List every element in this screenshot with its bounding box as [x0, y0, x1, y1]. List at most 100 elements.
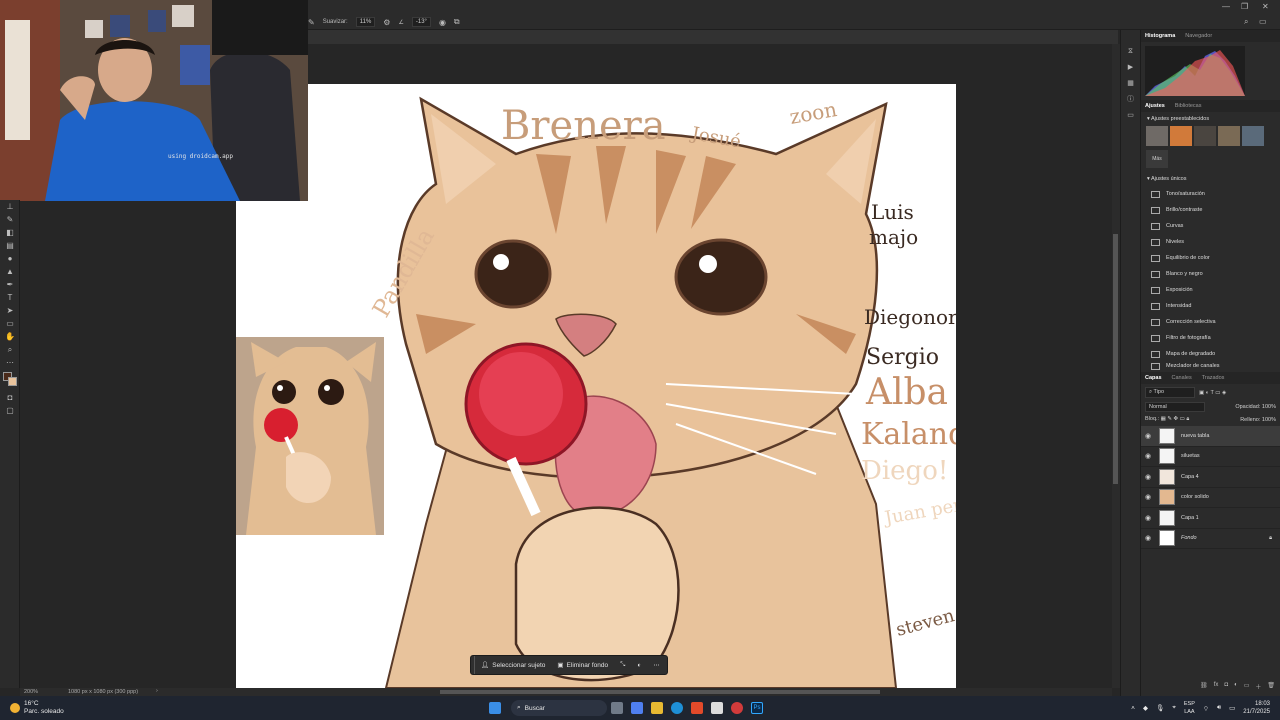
gradient-tool-icon[interactable]: ▤ [0, 239, 20, 252]
eye-icon[interactable]: ◉ [1141, 473, 1155, 481]
adj-hue-saturation[interactable]: Tono/saturación [1141, 186, 1280, 202]
brave-icon[interactable] [691, 702, 703, 714]
play-icon[interactable]: ▶ [1121, 60, 1140, 76]
more-presets-button[interactable]: Más [1146, 150, 1168, 168]
mask-add-icon[interactable]: ◘ [1224, 682, 1228, 694]
tab-libraries[interactable]: Bibliotecas [1175, 103, 1202, 109]
close-icon[interactable]: ✕ [1262, 2, 1269, 11]
group-icon[interactable]: ▭ [1244, 682, 1250, 694]
language-indicator[interactable]: ESP LAA [1184, 700, 1195, 716]
adj-exposure[interactable]: Exposición [1141, 282, 1280, 298]
document-info[interactable]: 1080 px x 1080 px (300 ppp) [68, 689, 138, 695]
tab-layers[interactable]: Capas [1145, 375, 1162, 381]
brush-options-icon[interactable]: ✎ [308, 18, 315, 27]
adj-gradient-map[interactable]: Mapa de degradado [1141, 346, 1280, 362]
minimize-icon[interactable]: — [1222, 2, 1230, 11]
status-arrow-icon[interactable]: › [156, 688, 158, 694]
more-tools-icon[interactable]: ⋯ [0, 356, 20, 369]
more-options-icon[interactable]: ⋯ [647, 656, 666, 674]
adj-vibrance[interactable]: Intensidad [1141, 298, 1280, 314]
adj-curves[interactable]: Curvas [1141, 218, 1280, 234]
type-tool-icon[interactable]: T [0, 291, 20, 304]
new-layer-icon[interactable]: ＋ [1255, 682, 1261, 694]
layer-kind-filter[interactable]: ⌕ Tipo [1145, 387, 1195, 398]
tab-paths[interactable]: Trazados [1202, 375, 1225, 381]
chrome-icon[interactable] [731, 702, 743, 714]
path-select-icon[interactable]: ➤ [0, 304, 20, 317]
tab-navigator[interactable]: Navegador [1185, 33, 1212, 39]
color-swatches[interactable] [0, 369, 19, 391]
task-view-icon[interactable] [611, 702, 623, 714]
filter-icons[interactable]: ▣ ◐ T ▭ ◈ [1199, 390, 1226, 396]
stamp-tool-icon[interactable]: ⊥ [0, 200, 20, 213]
eye-icon[interactable]: ◉ [1141, 493, 1155, 501]
wifi-icon[interactable]: ⌔ [1203, 704, 1209, 713]
adj-channel-mixer[interactable]: Mezclador de canales [1141, 362, 1280, 370]
opacity-value[interactable]: 100% [1262, 404, 1276, 410]
eye-icon[interactable]: ◉ [1141, 534, 1155, 542]
search-box[interactable]: ⌕ Buscar [511, 700, 607, 716]
mic-icon[interactable]: 🎙︎ [1156, 704, 1164, 712]
tab-adjustments[interactable]: Ajustes [1145, 103, 1165, 109]
eraser-tool-icon[interactable]: ◧ [0, 226, 20, 239]
layer-row[interactable]: ◉ nueva tabla [1141, 426, 1280, 447]
blend-mode-select[interactable]: Normal [1145, 402, 1205, 412]
maximize-icon[interactable]: ❐ [1241, 2, 1248, 11]
tray-chevron-icon[interactable]: ˄ [1131, 705, 1135, 712]
trash-icon[interactable]: 🗑︎ [1267, 682, 1275, 694]
fill-value[interactable]: 100% [1262, 417, 1276, 423]
edge-icon[interactable] [671, 702, 683, 714]
preset-thumb[interactable] [1218, 126, 1240, 146]
vertical-scrollbar[interactable] [1112, 44, 1120, 688]
adj-color-balance[interactable]: Equilibrio de color [1141, 250, 1280, 266]
start-icon[interactable] [489, 702, 501, 714]
adj-black-white[interactable]: Blanco y negro [1141, 266, 1280, 282]
horizontal-scrollbar[interactable] [440, 690, 880, 694]
search-icon[interactable]: ⌕ [1244, 17, 1248, 27]
blur-tool-icon[interactable]: ● [0, 252, 20, 265]
adj-levels[interactable]: Niveles [1141, 234, 1280, 250]
mask-icon[interactable]: ◐ [631, 656, 647, 674]
store-icon[interactable] [711, 702, 723, 714]
gear-icon[interactable]: ⚙ [383, 18, 390, 27]
weather-widget[interactable]: 16°C Parc. soleado [0, 700, 140, 716]
properties-icon[interactable]: ▦ [1121, 76, 1140, 92]
photoshop-icon[interactable]: Ps [751, 702, 763, 714]
preset-thumb[interactable] [1170, 126, 1192, 146]
single-adjustments-header[interactable]: ▾ Ajustes únicos [1141, 172, 1280, 186]
screen-mode-icon[interactable]: ▢ [0, 404, 20, 417]
eye-icon[interactable]: ◉ [1141, 432, 1155, 440]
brush-tool-icon[interactable]: ✎ [0, 213, 20, 226]
history-icon[interactable]: ⧖ [1121, 44, 1140, 60]
hand-tool-icon[interactable]: ✋ [0, 330, 20, 343]
comment-icon[interactable]: ▭ [1121, 108, 1140, 124]
adj-brightness-contrast[interactable]: Brillo/contraste [1141, 202, 1280, 218]
clock[interactable]: 18:03 21/7/2025 [1243, 700, 1270, 716]
select-subject-button[interactable]: 👤︎ Seleccionar sujeto [475, 656, 551, 674]
volume-icon[interactable]: 🔊︎ [1217, 704, 1221, 712]
layer-row[interactable]: ◉ color solido [1141, 488, 1280, 508]
lock-icon[interactable]: 🔒︎ [1269, 535, 1272, 542]
layer-row[interactable]: ◉ Fondo 🔒︎ [1141, 529, 1280, 549]
pressure-icon[interactable]: ◉ [439, 18, 446, 27]
tray-app-icon[interactable]: ◆ [1143, 704, 1148, 712]
preset-thumb[interactable] [1146, 126, 1168, 146]
zoom-tool-icon[interactable]: ⌕ [0, 343, 20, 356]
tab-histogram[interactable]: Histograma [1145, 33, 1175, 39]
battery-icon[interactable]: ▭ [1229, 704, 1235, 712]
pen-tool-icon[interactable]: ✒ [0, 278, 20, 291]
angle-field[interactable]: -13° [411, 17, 431, 27]
quick-mask-icon[interactable]: ◘ [0, 391, 20, 404]
lock-icons[interactable]: ▦ ✎ ✥ ▭ 🔒︎ [1161, 416, 1190, 422]
smooth-field[interactable]: 11% [355, 17, 376, 27]
fx-icon[interactable]: fx [1214, 682, 1219, 694]
location-icon[interactable]: ⌖ [1172, 704, 1176, 712]
copilot-icon[interactable] [631, 702, 643, 714]
adjustment-add-icon[interactable]: ◐ [1234, 682, 1238, 694]
layer-row[interactable]: ◉ Capa 1 [1141, 508, 1280, 529]
preset-thumb[interactable] [1242, 126, 1264, 146]
link-icon[interactable]: ⛓ [1200, 682, 1208, 694]
eye-icon[interactable]: ◉ [1141, 514, 1155, 522]
remove-background-button[interactable]: ▣ Eliminar fondo [551, 656, 614, 674]
transform-icon[interactable]: ⤡ [614, 656, 631, 674]
